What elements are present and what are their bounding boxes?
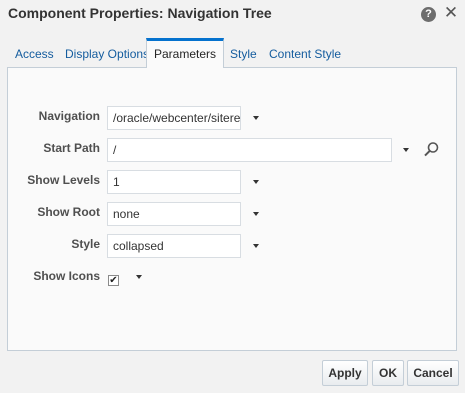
chevron-down-icon[interactable] (253, 116, 259, 120)
search-icon[interactable] (423, 141, 440, 158)
chevron-down-icon[interactable] (136, 275, 142, 279)
navigation-field[interactable]: /oracle/webcenter/siteresc (107, 106, 241, 130)
cancel-button[interactable]: Cancel (407, 360, 459, 386)
help-icon[interactable]: ? (421, 7, 436, 22)
dialog-title: Component Properties: Navigation Tree (8, 5, 272, 21)
tab-content-style[interactable]: Content Style (269, 38, 341, 67)
chevron-down-icon[interactable] (253, 212, 259, 216)
navigation-label: Navigation (38, 109, 100, 123)
show-root-label: Show Root (37, 205, 100, 219)
tab-parameters[interactable]: Parameters (146, 38, 225, 68)
chevron-down-icon[interactable] (253, 180, 259, 184)
show-icons-checkbox[interactable]: ✔ (108, 275, 119, 286)
show-root-field[interactable]: none (107, 202, 241, 226)
apply-button[interactable]: Apply (322, 360, 368, 386)
show-levels-label: Show Levels (27, 173, 100, 187)
style-label: Style (71, 237, 100, 251)
show-icons-label: Show Icons (33, 269, 100, 283)
style-field[interactable]: collapsed (107, 234, 241, 258)
show-levels-field[interactable]: 1 (107, 170, 241, 194)
tab-bar: Access Display Options Parameters Style … (7, 38, 457, 68)
close-icon[interactable]: ✕ (443, 3, 459, 23)
start-path-field[interactable]: / (107, 138, 392, 162)
dialog-titlebar: Component Properties: Navigation Tree ? … (0, 0, 465, 30)
chevron-down-icon[interactable] (403, 148, 409, 152)
tab-style[interactable]: Style (230, 38, 257, 67)
tab-display-options[interactable]: Display Options (65, 38, 149, 67)
start-path-label: Start Path (43, 141, 100, 155)
tab-access[interactable]: Access (15, 38, 54, 67)
chevron-down-icon[interactable] (253, 244, 259, 248)
ok-button[interactable]: OK (372, 360, 404, 386)
